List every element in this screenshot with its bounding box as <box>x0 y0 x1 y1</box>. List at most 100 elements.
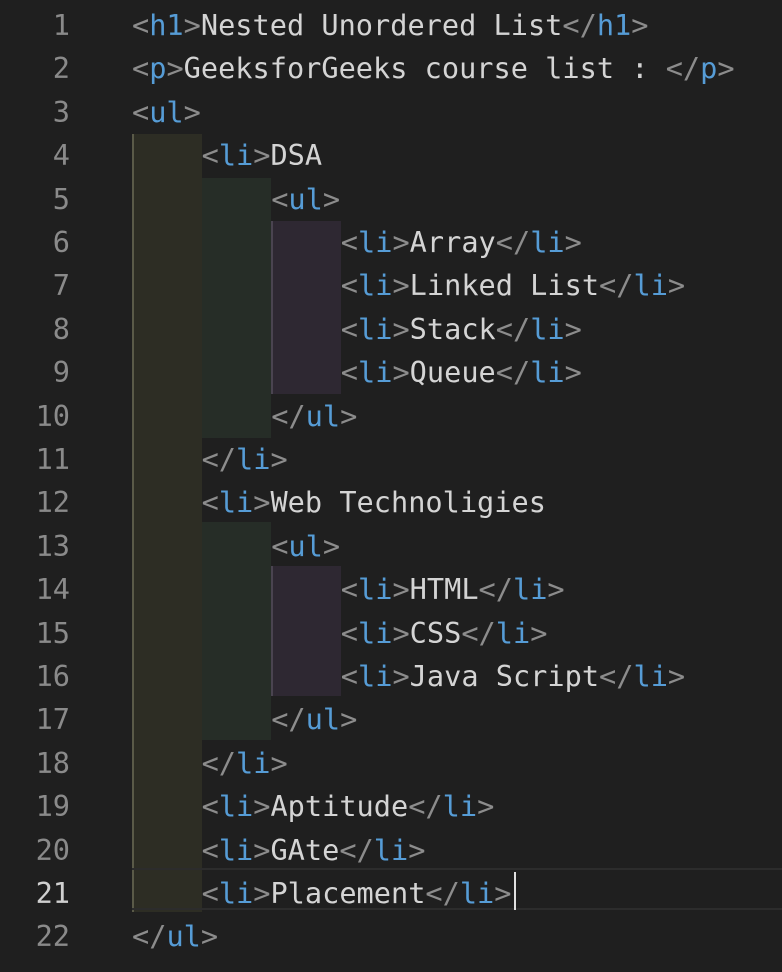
tag-bracket: </ <box>408 789 443 824</box>
tag-bracket: > <box>270 442 288 476</box>
code-content: <li>Queue</li> <box>341 351 582 394</box>
text-content: Web Technoligies <box>270 485 546 520</box>
text-content: Nested Unordered List <box>200 8 563 42</box>
tag-name: li <box>218 832 254 867</box>
tag-bracket: </ <box>599 659 634 693</box>
code-line[interactable]: 12 <li>Web Technoligies <box>0 481 782 524</box>
tag-name: li <box>633 268 668 303</box>
tag-bracket: > <box>322 528 341 563</box>
tag-name: li <box>218 789 254 824</box>
line-number: 17 <box>35 702 70 737</box>
line-number: 7 <box>52 268 70 303</box>
tag-name: li <box>236 442 271 476</box>
tag-bracket: > <box>717 51 735 86</box>
code-content: <li>DSA <box>202 134 323 177</box>
tag-bracket: > <box>564 311 582 346</box>
tag-bracket: > <box>408 832 426 867</box>
line-number: 5 <box>52 181 70 216</box>
text-content: Queue <box>409 355 496 390</box>
code-line[interactable]: 7 <li>Linked List</li> <box>0 264 782 307</box>
code-content: <li>Aptitude</li> <box>202 785 495 828</box>
code-line[interactable]: 19 <li>Aptitude</li> <box>0 785 782 828</box>
code-line[interactable]: 14 <li>HTML</li> <box>0 568 782 611</box>
tag-bracket: > <box>392 572 410 607</box>
tag-bracket: > <box>392 355 410 390</box>
tag-name: ul <box>305 702 341 737</box>
tag-bracket: > <box>322 181 341 216</box>
line-number: 8 <box>52 311 70 346</box>
code-line[interactable]: 11 </li> <box>0 438 782 481</box>
tag-name: li <box>218 485 254 520</box>
tag-bracket: </ <box>599 268 634 303</box>
tag-name: li <box>512 572 548 607</box>
tag-bracket: > <box>270 745 288 780</box>
tag-bracket: < <box>340 572 359 607</box>
tag-bracket: < <box>340 311 359 346</box>
code-line[interactable]: 6 <li>Array</li> <box>0 221 782 264</box>
code-line[interactable]: 1 <h1>Nested Unordered List</h1> <box>0 4 782 47</box>
tag-name: ul <box>166 919 201 954</box>
tag-bracket: > <box>253 876 271 910</box>
tag-name: p <box>700 51 718 86</box>
tag-bracket: > <box>392 225 410 259</box>
tag-bracket: </ <box>461 615 496 650</box>
tag-bracket: < <box>271 181 289 216</box>
code-line[interactable]: 5 <ul> <box>0 178 782 221</box>
tag-bracket: </ <box>665 51 701 86</box>
code-line[interactable]: 4 <li>DSA <box>0 134 782 177</box>
code-line[interactable]: 16 <li>Java Script</li> <box>0 655 782 698</box>
line-number: 16 <box>35 659 70 693</box>
line-number: 4 <box>52 138 70 173</box>
code-line[interactable]: 13 <ul> <box>0 525 782 568</box>
line-number: 15 <box>35 615 70 650</box>
tag-name: li <box>218 876 254 910</box>
tag-name: h1 <box>596 8 632 42</box>
text-content: Array <box>409 225 496 259</box>
tag-name: li <box>358 268 393 303</box>
text-content: DSA <box>270 138 323 173</box>
code-line[interactable]: 18 </li> <box>0 742 782 785</box>
code-line[interactable]: 22 </ul> <box>0 915 782 958</box>
tag-name: li <box>358 659 393 693</box>
tag-bracket: </ <box>271 398 306 433</box>
code-line[interactable]: 21 <li>Placement</li> <box>0 872 782 915</box>
tag-bracket: > <box>253 485 271 520</box>
tag-bracket: > <box>392 311 410 346</box>
tag-name: li <box>495 615 531 650</box>
tag-name: ul <box>305 398 341 433</box>
tag-name: h1 <box>149 8 184 42</box>
tag-name: li <box>358 615 393 650</box>
line-number: 14 <box>35 572 70 607</box>
line-number: 19 <box>35 789 70 824</box>
text-content: Placement <box>270 876 426 910</box>
code-line[interactable]: 2 <p>GeeksforGeeks course list : </p> <box>0 47 782 90</box>
tag-bracket: > <box>392 615 410 650</box>
tag-bracket: > <box>340 702 358 737</box>
line-number: 22 <box>35 919 70 954</box>
code-editor[interactable]: 1 <h1>Nested Unordered List</h1> 2 <p>Geeks… <box>0 0 782 972</box>
code-line[interactable]: 15 <li>CSS</li> <box>0 612 782 655</box>
tag-name: li <box>442 789 478 824</box>
code-line[interactable]: 8 <li>Stack</li> <box>0 308 782 351</box>
tag-name: ul <box>149 94 184 129</box>
line-number: 3 <box>52 94 70 129</box>
line-number: 21 <box>35 876 70 910</box>
tag-bracket: > <box>183 94 201 129</box>
code-content: <li>Web Technoligies <box>202 481 546 524</box>
code-line[interactable]: 20 <li>GAte</li> <box>0 829 782 872</box>
code-line[interactable]: 9 <li>Queue</li> <box>0 351 782 394</box>
code-line[interactable]: 3 <ul> <box>0 91 782 134</box>
tag-bracket: < <box>201 876 219 910</box>
code-line[interactable]: 10 </ul> <box>0 395 782 438</box>
tag-bracket: > <box>667 268 686 303</box>
tag-bracket: < <box>132 94 150 129</box>
tag-name: p <box>149 51 167 86</box>
tag-bracket: < <box>201 789 219 824</box>
line-number: 12 <box>35 485 70 520</box>
tag-name: li <box>236 745 271 780</box>
code-content: </ul> <box>271 698 357 741</box>
tag-bracket: </ <box>201 745 237 780</box>
code-content: <li>Array</li> <box>341 221 582 264</box>
tag-name: li <box>633 659 668 693</box>
code-line[interactable]: 17 </ul> <box>0 698 782 741</box>
